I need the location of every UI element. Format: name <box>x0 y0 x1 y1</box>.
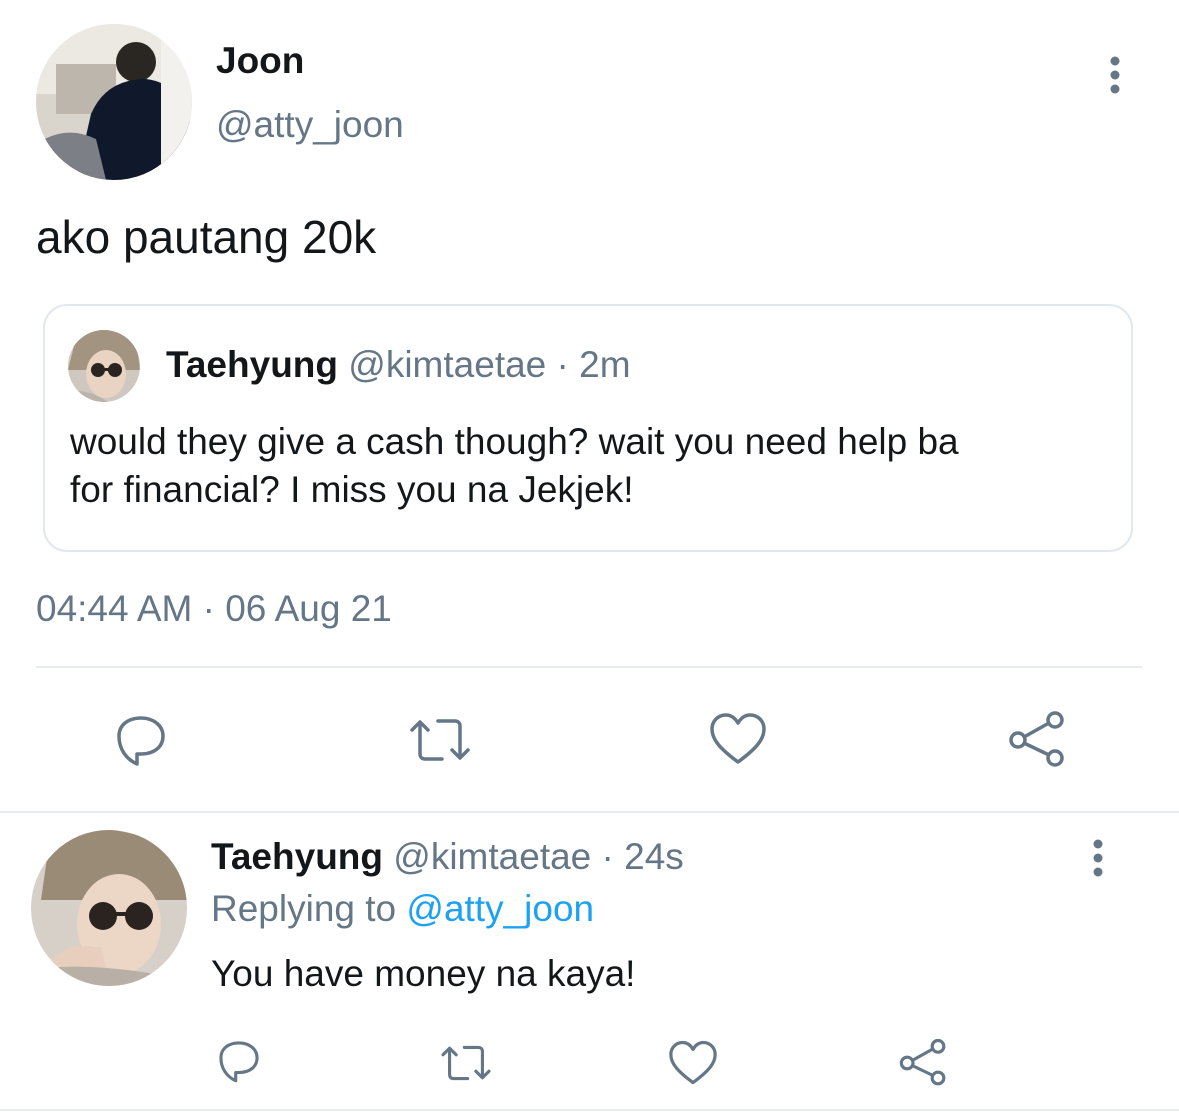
quoted-text-line-2: for financial? I miss you na Jekjek! <box>70 469 634 510</box>
quoted-author-avatar[interactable] <box>68 330 140 402</box>
quoted-text: would they give a cash though? wait you … <box>70 418 959 514</box>
like-icon[interactable] <box>709 712 767 766</box>
share-icon[interactable] <box>898 1038 948 1088</box>
replying-to-label: Replying to <box>211 888 397 929</box>
reply-author-avatar[interactable] <box>31 830 187 986</box>
divider <box>0 1109 1179 1111</box>
replying-to: Replying to @atty_joon <box>211 888 594 930</box>
reply-header: Taehyung @kimtaetae · 24s <box>211 836 684 878</box>
reply-author-name[interactable]: Taehyung <box>211 836 383 877</box>
reply-time: · 24s <box>601 836 684 877</box>
share-icon[interactable] <box>1007 710 1067 770</box>
divider <box>36 666 1142 668</box>
author-handle[interactable]: @atty_joon <box>216 104 404 146</box>
quoted-author-name[interactable]: Taehyung <box>166 344 338 385</box>
retweet-icon[interactable] <box>439 1040 493 1086</box>
quoted-header: Taehyung @kimtaetae · 2m <box>166 344 631 386</box>
divider <box>0 811 1179 813</box>
reply-text: You have money na kaya! <box>211 953 636 994</box>
tweet-text: ako pautang 20k <box>36 211 377 263</box>
author-avatar[interactable] <box>36 24 192 180</box>
quoted-text-line-1: would they give a cash though? wait you … <box>70 421 959 462</box>
quoted-time: · 2m <box>556 344 631 385</box>
more-vertical-icon[interactable] <box>1083 838 1113 878</box>
like-icon[interactable] <box>668 1040 718 1086</box>
more-vertical-icon[interactable] <box>1100 55 1130 95</box>
reply-icon[interactable] <box>216 1038 262 1084</box>
quoted-author-handle[interactable]: @kimtaetae <box>348 344 546 385</box>
reply-icon[interactable] <box>113 712 169 768</box>
author-name[interactable]: Joon <box>216 40 304 82</box>
retweet-icon[interactable] <box>408 712 472 768</box>
tweet-timestamp: 04:44 AM · 06 Aug 21 <box>36 588 392 629</box>
replying-to-handle[interactable]: @atty_joon <box>406 888 594 929</box>
reply-author-handle[interactable]: @kimtaetae <box>393 836 591 877</box>
